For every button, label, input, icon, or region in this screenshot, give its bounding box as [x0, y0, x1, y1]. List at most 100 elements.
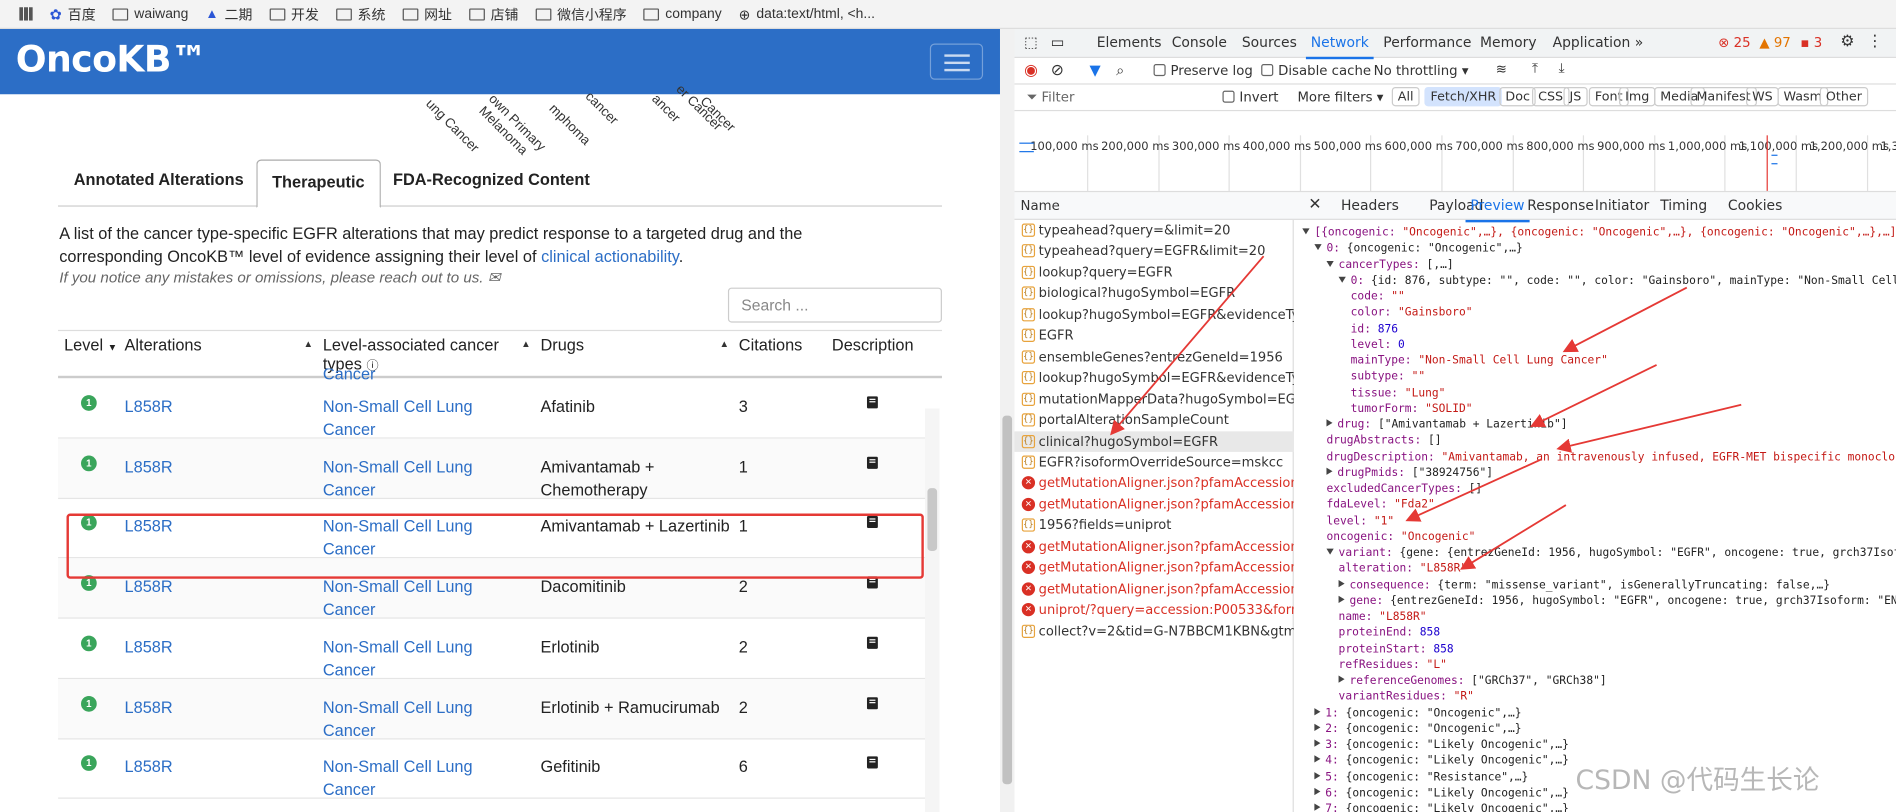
upload-icon[interactable]: ⤒: [1532, 60, 1538, 77]
expand-toggle-icon[interactable]: [1314, 739, 1321, 747]
json-line[interactable]: referenceGenomes: ["GRCh37", "GRCh38"]: [1338, 673, 1607, 689]
type-filter-ws[interactable]: WS: [1746, 86, 1779, 107]
json-line[interactable]: variant: {gene: {entrezGeneId: 1956, hug…: [1326, 545, 1896, 561]
citations-count[interactable]: 1: [739, 455, 748, 478]
request-row[interactable]: ✕ getMutationAligner.json?pfamAccession=.…: [1015, 578, 1294, 599]
json-line[interactable]: 0: {id: 876, subtype: "", code: "", colo…: [1338, 273, 1896, 289]
request-row[interactable]: {} portalAlterationSampleCount: [1015, 410, 1294, 431]
invert-checkbox[interactable]: Invert: [1222, 89, 1279, 105]
expand-toggle-icon[interactable]: [1326, 467, 1333, 475]
citations-count[interactable]: 3: [739, 395, 748, 418]
tab-network[interactable]: Network: [1305, 34, 1374, 60]
clinical-actionability-link[interactable]: clinical actionability: [541, 248, 679, 266]
request-row[interactable]: {} typeahead?query=EGFR&limit=20: [1015, 241, 1294, 262]
cancer-type-link[interactable]: Non-Small Cell Lung Cancer: [323, 755, 516, 801]
json-line[interactable]: 2: {oncogenic: "Oncogenic",…}: [1314, 721, 1522, 737]
request-row[interactable]: ✕uniprot/?query=accession:P00533&forma..…: [1015, 599, 1294, 620]
bookmark-data-url[interactable]: ⊕ data:text/html, <h...: [739, 5, 875, 23]
filter-input[interactable]: ⏷ Filter: [1027, 89, 1075, 106]
json-line[interactable]: 3: {oncogenic: "Likely Oncogenic",…}: [1314, 737, 1569, 753]
expand-toggle-icon[interactable]: [1326, 419, 1333, 427]
alteration-link[interactable]: L858R: [125, 635, 173, 658]
book-icon[interactable]: [866, 696, 878, 709]
expand-toggle-icon[interactable]: [1338, 276, 1346, 283]
table-scroll-thumb[interactable]: [927, 488, 938, 551]
page-scroll-thumb[interactable]: [1002, 415, 1013, 785]
json-line[interactable]: 5: {oncogenic: "Resistance",…}: [1314, 769, 1528, 785]
disable-cache-checkbox[interactable]: Disable cache: [1261, 63, 1371, 79]
expand-toggle-icon[interactable]: [1314, 787, 1321, 795]
json-line[interactable]: cancerTypes: [,…]: [1326, 257, 1454, 273]
expand-toggle-icon[interactable]: [1314, 244, 1322, 251]
json-line[interactable]: 0: {oncogenic: "Oncogenic",…}: [1314, 241, 1523, 257]
book-icon[interactable]: [866, 636, 878, 649]
type-filter-js[interactable]: JS: [1563, 86, 1588, 107]
issues-count[interactable]: ▪ 3: [1800, 35, 1822, 51]
header-alterations[interactable]: Alterations: [125, 336, 202, 355]
request-row[interactable]: {} 1956?fields=uniprot: [1015, 515, 1294, 536]
json-line[interactable]: drugPmids: ["38924756"]: [1326, 465, 1493, 481]
cancer-type-link[interactable]: Non-Small Cell Lung Cancer: [323, 635, 516, 681]
detail-tab-response[interactable]: Response: [1527, 197, 1594, 214]
request-row[interactable]: ✕ getMutationAligner.json?pfamAccession=.…: [1015, 494, 1294, 515]
alteration-link[interactable]: L858R: [125, 395, 173, 418]
header-drugs[interactable]: Drugs: [541, 336, 585, 355]
citations-count[interactable]: 2: [739, 635, 748, 658]
expand-toggle-icon[interactable]: [1314, 723, 1321, 731]
json-line[interactable]: [{oncogenic: "Oncogenic",…}, {oncogenic:…: [1302, 225, 1896, 241]
json-line[interactable]: 1: {oncogenic: "Oncogenic",…}: [1314, 705, 1522, 721]
table-search-input[interactable]: Search ...: [727, 287, 942, 323]
json-line[interactable]: drug: ["Amivantamab + Lazertinib"]: [1326, 417, 1567, 433]
warning-count[interactable]: ▲ 97: [1759, 35, 1790, 51]
type-filter-doc[interactable]: Doc: [1499, 86, 1537, 107]
cancer-type-link[interactable]: Non-Small Cell Lung Cancer: [323, 395, 516, 441]
detail-tab-initiator[interactable]: Initiator: [1595, 197, 1649, 214]
device-toolbar-icon[interactable]: ▭: [1051, 34, 1065, 51]
bookmark-baidu[interactable]: ✿ 百度: [50, 4, 96, 23]
preserve-log-checkbox[interactable]: Preserve log: [1153, 63, 1253, 79]
type-filter-all[interactable]: All: [1391, 86, 1420, 107]
page-scrollbar[interactable]: [999, 28, 1015, 812]
type-filter-img[interactable]: Img: [1619, 86, 1656, 107]
bookmark-wangzhi[interactable]: 网址: [402, 4, 452, 23]
record-icon[interactable]: ◉: [1024, 62, 1038, 80]
cancer-type-link[interactable]: Non-Small Cell Lung Cancer: [323, 695, 516, 741]
expand-toggle-icon[interactable]: [1314, 771, 1321, 779]
expand-toggle-icon[interactable]: [1302, 228, 1310, 235]
request-row[interactable]: ✕ getMutationAligner.json?pfamAccession=.…: [1015, 536, 1294, 557]
tab-annotated-alterations[interactable]: Annotated Alterations: [59, 158, 258, 206]
header-citations[interactable]: Citations: [739, 336, 803, 355]
expand-toggle-icon[interactable]: [1338, 675, 1345, 683]
tab-therapeutic[interactable]: Therapeutic: [256, 159, 381, 208]
json-line[interactable]: 6: {oncogenic: "Likely Oncogenic",…}: [1314, 785, 1569, 801]
citations-count[interactable]: 6: [739, 755, 748, 778]
detail-tab-headers[interactable]: Headers: [1341, 197, 1399, 214]
settings-gear-icon[interactable]: ⚙: [1840, 33, 1854, 51]
detail-tab-cookies[interactable]: Cookies: [1728, 197, 1782, 214]
name-column-header[interactable]: Name: [1021, 198, 1060, 214]
tab-performance[interactable]: Performance: [1383, 34, 1471, 51]
detail-tab-timing[interactable]: Timing: [1660, 197, 1707, 214]
book-icon[interactable]: [866, 756, 878, 769]
expand-toggle-icon[interactable]: [1338, 579, 1345, 587]
cancer-type-link[interactable]: Non-Small Cell Lung Cancer: [323, 575, 516, 621]
error-count[interactable]: ⊗ 25: [1718, 35, 1750, 51]
request-row[interactable]: {} biological?hugoSymbol=EGFR: [1015, 283, 1294, 304]
header-level[interactable]: Level ▼: [64, 336, 117, 358]
request-row[interactable]: {} lookup?hugoSymbol=EGFR&evidenceTyp...: [1015, 368, 1294, 389]
request-row[interactable]: ✕ getMutationAligner.json?pfamAccession=.…: [1015, 557, 1294, 578]
expand-toggle-icon[interactable]: [1314, 803, 1321, 811]
expand-toggle-icon[interactable]: [1338, 595, 1345, 603]
request-row[interactable]: {} lookup?hugoSymbol=EGFR&evidenceTyp...: [1015, 304, 1294, 325]
json-line[interactable]: 4: {oncogenic: "Likely Oncogenic",…}: [1314, 753, 1569, 769]
bookmark-kaifa[interactable]: 开发: [269, 4, 319, 23]
download-icon[interactable]: ⤓: [1559, 60, 1565, 77]
bookmark-waiwang[interactable]: waiwang: [112, 7, 188, 21]
json-line[interactable]: gene: {entrezGeneId: 1956, hugoSymbol: "…: [1338, 593, 1896, 609]
oncokb-logo[interactable]: OncoKB™: [16, 39, 208, 81]
expand-toggle-icon[interactable]: [1326, 260, 1334, 267]
request-row[interactable]: {} typeahead?query=&limit=20: [1015, 220, 1294, 241]
more-tabs-icon[interactable]: »: [1635, 34, 1644, 51]
expand-toggle-icon[interactable]: [1314, 755, 1321, 763]
request-row[interactable]: {} clinical?hugoSymbol=EGFR: [1014, 430, 1294, 452]
